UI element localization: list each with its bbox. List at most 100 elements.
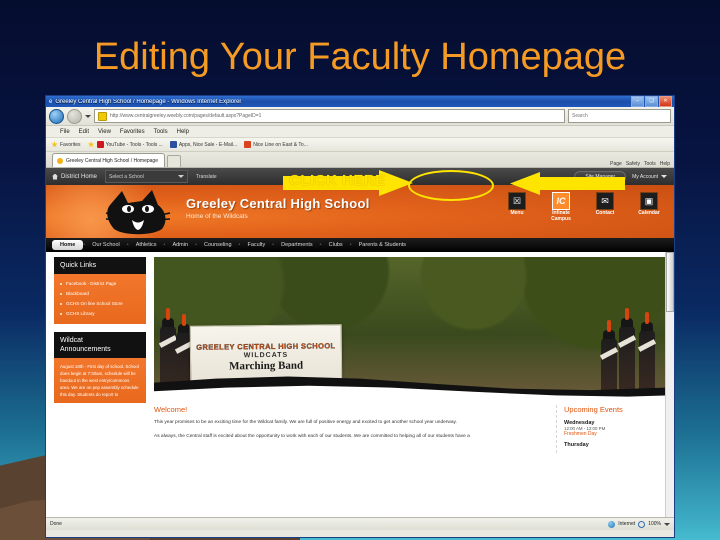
browser-tab-label: Greeley Central High School / Homepage (66, 157, 158, 164)
browser-navigation-bar: http://www.centralgreeley.weebly.com/pag… (46, 107, 674, 126)
quick-links-heading: Quick Links (54, 257, 146, 274)
new-tab-button[interactable] (167, 155, 181, 167)
quick-link-item[interactable]: GCHS Library (60, 309, 140, 319)
page-scrollbar[interactable] (665, 252, 674, 517)
nav-item-clubs[interactable]: Clubs (322, 242, 350, 248)
band-member (599, 320, 619, 397)
zoom-icon[interactable] (638, 520, 646, 528)
menu-view[interactable]: View (98, 129, 111, 135)
annotation-highlight-ellipse (408, 170, 494, 201)
nav-item-home[interactable]: Home (52, 240, 84, 250)
menu-help[interactable]: Help (177, 129, 189, 135)
back-button[interactable] (49, 108, 64, 124)
nav-item-our-school[interactable]: Our School (85, 242, 127, 248)
favorite-link[interactable]: Nice Line on East & To... (244, 141, 308, 148)
calendar-icon-button[interactable]: ▣ Calendar (632, 192, 666, 222)
command-tools[interactable]: Tools (644, 161, 656, 167)
announcements-heading: Wildcat Announcements (54, 332, 146, 358)
home-icon (52, 173, 58, 180)
browser-tab[interactable]: Greeley Central High School / Homepage (52, 153, 165, 167)
menu-tools[interactable]: Tools (154, 129, 168, 135)
minimize-button[interactable]: – (631, 96, 644, 107)
school-select-dropdown[interactable]: Select a School (105, 170, 189, 183)
contact-icon-button[interactable]: ✉ Contact (588, 192, 622, 222)
menu-bar: File Edit View Favorites Tools Help (46, 126, 674, 138)
search-box[interactable]: Search (568, 109, 671, 123)
event-item[interactable]: Thursday (564, 442, 669, 448)
link-icon (244, 141, 252, 148)
events-heading: Upcoming Events (564, 405, 623, 414)
presentation-slide: Editing Your Faculty Homepage e Greeley … (0, 0, 720, 540)
maximize-button[interactable]: ❑ (645, 96, 658, 107)
contact-label: Contact (595, 210, 615, 216)
band-banner-line3: Marching Band (229, 359, 304, 373)
calendar-icon: ▣ (640, 192, 658, 210)
my-account-menu[interactable]: My Account (632, 174, 667, 180)
district-home-link[interactable]: District Home (52, 173, 98, 180)
banner-icon-row: ☒ Menu IC Infinate Campus ✉ Contact ▣ Ca… (500, 192, 666, 222)
school-tagline: Home of the Wildcats (186, 213, 248, 220)
command-safety[interactable]: Safety (626, 161, 640, 167)
address-bar-url: http://www.centralgreeley.weebly.com/pag… (110, 113, 262, 119)
annotation-arrow-left (510, 172, 625, 195)
page-viewport: District Home Select a School Translate … (46, 168, 674, 517)
recent-pages-chevron-icon[interactable] (85, 114, 91, 118)
infinite-campus-icon-button[interactable]: IC Infinate Campus (544, 192, 578, 222)
quick-links-body: Facebook - District Page Blackboard GCHS… (54, 274, 146, 324)
favorites-bar: Favorites YouTube - Tools - Tools ... Ap… (46, 138, 674, 152)
nav-item-parents-students[interactable]: Parents & Students (352, 242, 413, 248)
nav-item-departments[interactable]: Departments (274, 242, 320, 248)
page-favicon-icon (98, 111, 107, 121)
zone-label: Internet (618, 521, 636, 527)
forward-button[interactable] (67, 108, 82, 124)
internet-explorer-window: e Greeley Central High School / Homepage… (45, 95, 675, 538)
chevron-down-icon[interactable] (664, 522, 670, 526)
nav-item-athletics[interactable]: Athletics (129, 242, 164, 248)
announcement-text: August 18th - First day of school. Schoo… (60, 364, 139, 397)
address-bar[interactable]: http://www.centralgreeley.weebly.com/pag… (94, 109, 565, 123)
menu-favorites[interactable]: Favorites (120, 129, 145, 135)
command-page[interactable]: Page (610, 161, 622, 167)
favorite-link[interactable]: Apps, Nice Sale - E-Mail... (169, 141, 238, 148)
status-text: Done (50, 521, 62, 527)
click-here-callout: CLICK HERE (289, 172, 386, 189)
calendar-label: Calendar (638, 210, 660, 216)
menu-file[interactable]: File (60, 129, 70, 135)
upcoming-events-section: Upcoming Events Wednesday 12:00 AM - 12:… (556, 405, 669, 453)
close-button[interactable]: ✕ (659, 96, 672, 107)
menu-edit[interactable]: Edit (79, 129, 89, 135)
quick-links-panel: Quick Links Facebook - District Page Bla… (54, 257, 146, 324)
command-help[interactable]: Help (660, 161, 670, 167)
district-home-label: District Home (61, 173, 98, 180)
search-placeholder: Search (572, 113, 588, 119)
event-day: Thursday (564, 442, 589, 448)
scrollbar-thumb[interactable] (666, 252, 674, 312)
nav-item-admin[interactable]: Admin (165, 242, 195, 248)
quick-link-item[interactable]: Facebook - District Page (60, 279, 140, 289)
event-item[interactable]: Wednesday 12:00 AM - 12:00 PM Freshmen D… (564, 420, 669, 437)
site-main-navigation: Home ▪ Our School ▪ Athletics ▪ Admin ▪ … (46, 238, 674, 252)
favorite-link-label: Apps, Nice Sale - E-Mail... (178, 141, 238, 148)
favorites-label: Favorites (60, 141, 81, 148)
school-select-value: Select a School (109, 173, 144, 180)
favorites-button[interactable]: Favorites (51, 141, 81, 148)
band-banner-line1: GREELEY CENTRAL HIGH SCHOOL (196, 341, 336, 352)
quick-link-item[interactable]: GCHS On line School Store (60, 299, 140, 309)
zoom-level[interactable]: 100% (648, 521, 661, 527)
browser-window-title: Greeley Central High School / Homepage -… (55, 98, 242, 105)
banner-text: Greeley Central High School Home of the … (186, 196, 370, 220)
favorite-link[interactable]: YouTube - Tools - Tools ... (87, 141, 163, 148)
apps-icon (169, 141, 177, 148)
nav-item-faculty[interactable]: Faculty (240, 242, 272, 248)
band-member (617, 308, 637, 397)
translate-link[interactable]: Translate (196, 174, 217, 180)
quick-link-item[interactable]: Blackboard (60, 289, 140, 299)
left-sidebar: Quick Links Facebook - District Page Bla… (46, 252, 154, 517)
nav-item-counseling[interactable]: Counseling (197, 242, 239, 248)
browser-status-bar: Done Internet 100% (46, 517, 674, 530)
school-name: Greeley Central High School (186, 196, 370, 211)
wildcat-logo-icon (105, 190, 171, 235)
status-zone: Internet 100% (608, 520, 670, 528)
menu-icon-button[interactable]: ☒ Menu (500, 192, 534, 222)
favorite-link-label: Nice Line on East & To... (253, 141, 308, 148)
